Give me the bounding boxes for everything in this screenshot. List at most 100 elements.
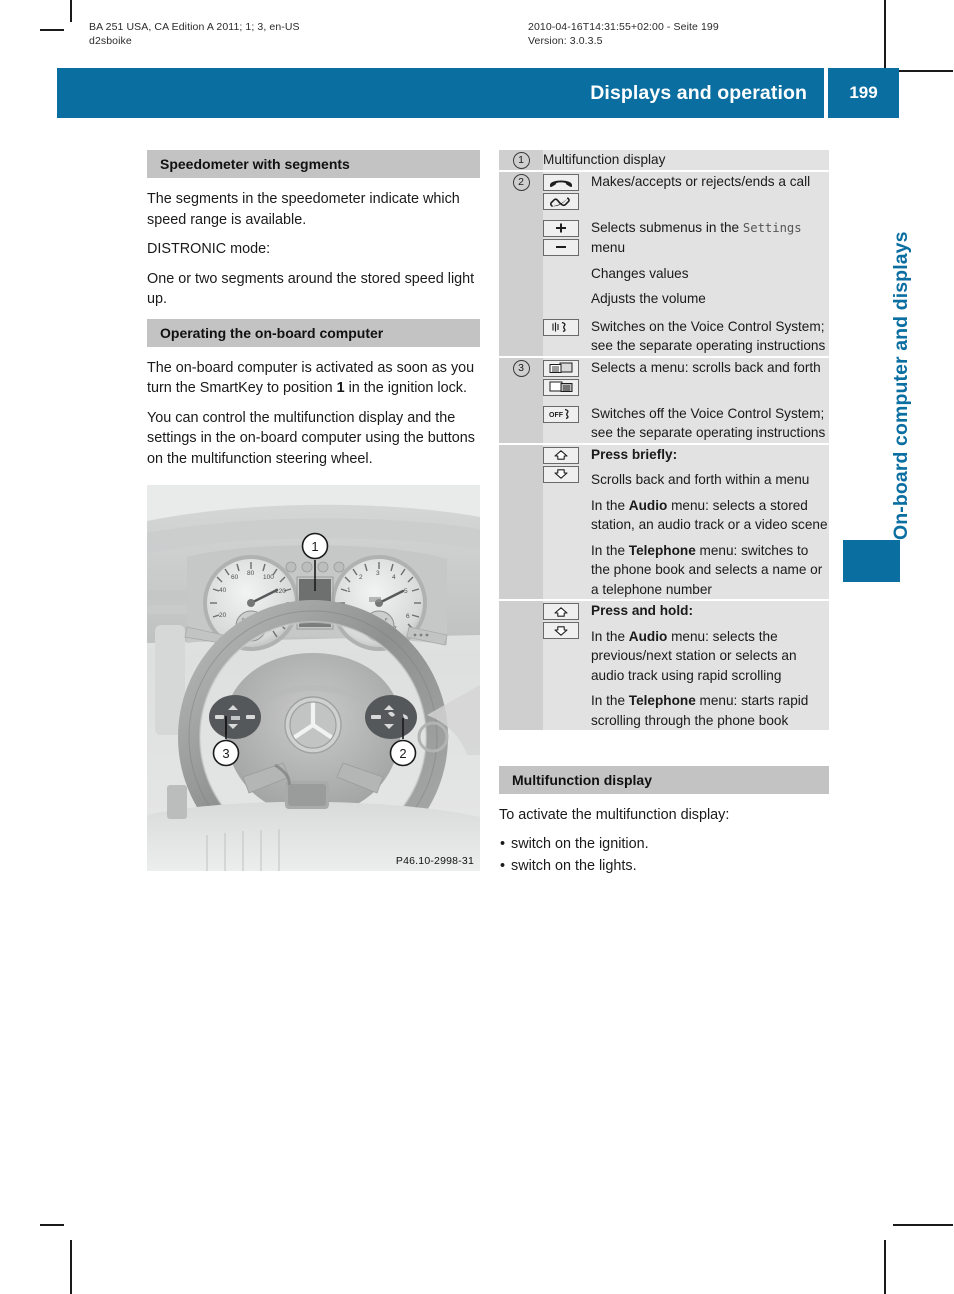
telephone-menu-name: Telephone <box>628 693 696 708</box>
running-header-left-line1: BA 251 USA, CA Edition A 2011; 1; 3, en-… <box>89 21 300 33</box>
callout-badge-2: 2 <box>512 173 530 191</box>
activation-steps-list: switch on the ignition. switch on the li… <box>499 833 829 877</box>
section-heading-speedometer: Speedometer with segments <box>147 150 480 178</box>
audio-menu-line: In the Audio menu: selects a stored stat… <box>591 496 829 535</box>
arrow-down-icon[interactable] <box>543 465 579 483</box>
phone-hangup-icon[interactable] <box>543 173 579 191</box>
svg-text:40: 40 <box>219 587 227 594</box>
running-header-right: 2010-04-16T14:31:55+02:00 - Seite 199 Ve… <box>528 20 719 48</box>
smartkey-position-value: 1 <box>336 380 345 396</box>
menu-scroll-forth-icon[interactable] <box>543 378 579 396</box>
table-row: 3 Selects a menu: scrolls back and forth… <box>499 355 829 444</box>
paragraph-obc-2: You can control the multifunction displa… <box>147 409 475 467</box>
running-header-right-line2: Version: 3.0.3.5 <box>528 35 603 47</box>
press-briefly-label: Press briefly: <box>591 445 829 465</box>
voice-control-on-icon[interactable] <box>543 318 579 336</box>
callout-content-cell: Press and hold: In the Audio menu: selec… <box>543 599 829 730</box>
steering-wheel-controls-table: 1 Multifunction display 2 Makes/accepts … <box>499 150 829 730</box>
svg-text:1: 1 <box>347 587 351 594</box>
callout-number-cell <box>499 442 543 600</box>
control-entry-menu-select: Selects a menu: scrolls back and forth <box>543 358 829 396</box>
svg-text:80: 80 <box>247 570 255 577</box>
page-number: 199 <box>849 83 878 102</box>
paragraph-activate-intro: To activate the multifunction display: <box>499 807 730 823</box>
multifunction-display-section: Multifunction display To activate the mu… <box>499 766 829 877</box>
press-and-hold-bold: Press and hold: <box>591 603 693 618</box>
section-heading-multifunction-display: Multifunction display <box>499 766 829 794</box>
crop-mark-top-right-v <box>884 0 886 70</box>
voice-control-off-icon[interactable]: OFF <box>543 405 579 423</box>
control-entry-text: Multifunction display <box>543 152 666 167</box>
table-row: Press briefly: Scrolls back and forth wi… <box>499 442 829 600</box>
callout-number-cell: 2 <box>499 169 543 357</box>
callout-content-cell: Selects a menu: scrolls back and forth O… <box>543 355 829 444</box>
svg-text:2: 2 <box>359 574 363 581</box>
telephone-line-pre: In the <box>591 542 629 558</box>
svg-text:4: 4 <box>392 574 396 581</box>
crop-mark-bottom-left-h <box>40 1224 64 1226</box>
running-header-left-line2: d2sboike <box>89 35 132 47</box>
table-row: 2 Makes/accepts or rejects/ends a call S… <box>499 169 829 357</box>
press-and-hold-label: Press and hold: <box>591 601 829 621</box>
paragraph-speedometer-3: One or two segments around the stored sp… <box>147 270 475 308</box>
icon-group: OFF <box>543 404 583 443</box>
arrow-up-icon[interactable] <box>543 446 579 464</box>
crop-mark-bottom-right-v <box>884 1240 886 1294</box>
phone-pickup-icon[interactable] <box>543 192 579 210</box>
arrow-up-icon[interactable] <box>543 603 579 620</box>
submenu-text-post: menu <box>591 240 626 255</box>
page-title: Displays and operation <box>590 81 807 104</box>
paragraph-speedometer-1: The segments in the speedometer indicate… <box>147 191 460 228</box>
telephone-line-pre: In the <box>591 693 629 708</box>
callout-content-cell: Multifunction display <box>543 150 829 171</box>
callout-number-cell: 3 <box>499 355 543 444</box>
callout-content-cell: Makes/accepts or rejects/ends a call Sel… <box>543 169 829 357</box>
arrow-down-icon[interactable] <box>543 622 579 639</box>
control-entry-text: Selects submenus in the Settings menu Ch… <box>591 218 829 309</box>
svg-text:3: 3 <box>376 570 380 577</box>
minus-icon[interactable] <box>543 238 579 256</box>
control-entry-call: Makes/accepts or rejects/ends a call <box>543 172 829 210</box>
svg-text:20: 20 <box>219 612 227 619</box>
audio-menu-line: In the Audio menu: selects the previous/… <box>591 627 829 686</box>
paragraph-speedometer-2: DISTRONIC mode: <box>147 241 271 257</box>
section-heading-operating-obc: Operating the on-board computer <box>147 318 480 347</box>
telephone-menu-line: In the Telephone menu: starts rapid scro… <box>591 691 829 730</box>
svg-text:60: 60 <box>231 574 239 581</box>
callout-content-cell: Press briefly: Scrolls back and forth wi… <box>543 442 829 600</box>
svg-text:100: 100 <box>263 574 274 581</box>
paragraph-obc-1-part-b: in the ignition lock. <box>344 380 467 396</box>
callout-number-cell <box>499 599 543 730</box>
icon-group <box>543 445 583 600</box>
icon-group <box>543 601 583 730</box>
list-item: switch on the lights. <box>499 855 829 877</box>
crop-mark-bottom-right-h <box>893 1224 953 1226</box>
svg-text:5: 5 <box>404 588 408 595</box>
running-header-right-line1: 2010-04-16T14:31:55+02:00 - Seite 199 <box>528 21 719 33</box>
control-entry-plus-minus: Selects submenus in the Settings menu Ch… <box>543 218 829 309</box>
crop-mark-top-left-v <box>70 0 72 22</box>
icon-group <box>543 317 583 356</box>
svg-text:6: 6 <box>406 613 410 620</box>
paragraph-obc-1: The on-board computer is activated as so… <box>147 358 480 399</box>
submenu-text-pre: Selects submenus in the <box>591 219 743 235</box>
changes-values-line: Changes values <box>591 265 689 281</box>
icon-group <box>543 218 583 309</box>
menu-scroll-back-icon[interactable] <box>543 359 579 377</box>
control-entry-text: Selects a menu: scrolls back and forth <box>591 359 821 375</box>
crop-mark-bottom-left-v <box>70 1240 72 1294</box>
audio-line-pre: In the <box>591 628 629 644</box>
table-row: 1 Multifunction display <box>499 150 829 171</box>
svg-text:2: 2 <box>399 746 406 761</box>
svg-text:OFF: OFF <box>549 412 564 419</box>
callout-badge-1: 1 <box>512 152 530 169</box>
audio-menu-name: Audio <box>628 497 668 513</box>
callout-number-cell: 1 <box>499 150 543 171</box>
crop-mark-top-left-h <box>40 29 64 31</box>
plus-icon[interactable] <box>543 219 579 237</box>
control-entry-text: Press and hold: In the Audio menu: selec… <box>591 601 829 730</box>
submenu-line: Selects submenus in the Settings menu <box>591 218 829 258</box>
audio-menu-name: Audio <box>628 628 668 644</box>
steering-wheel-figure: 20 40 60 80 100 120 140 160 0 15 km 1 2 … <box>147 485 480 871</box>
audio-line-pre: In the <box>591 497 629 513</box>
